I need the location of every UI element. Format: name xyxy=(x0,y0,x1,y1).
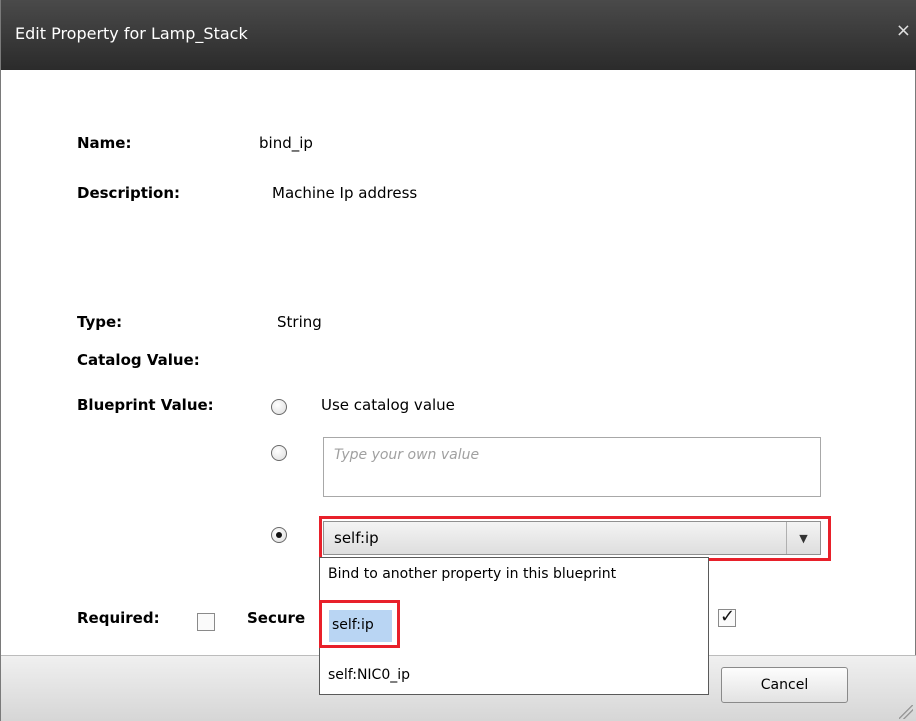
required-checkbox[interactable] xyxy=(197,613,215,631)
use-catalog-label: Use catalog value xyxy=(321,396,455,414)
name-value: bind_ip xyxy=(259,134,313,152)
description-value: Machine Ip address xyxy=(272,184,418,202)
overridable-checkbox[interactable] xyxy=(718,606,736,627)
bind-property-radio[interactable] xyxy=(271,527,287,543)
blueprint-value-label: Blueprint Value: xyxy=(77,396,214,414)
type-value: String xyxy=(277,313,322,331)
custom-value-input[interactable] xyxy=(332,446,806,464)
dropdown-header: Bind to another property in this bluepri… xyxy=(328,566,617,582)
use-catalog-radio[interactable] xyxy=(271,399,287,415)
bind-property-select[interactable]: self:ip ▼ xyxy=(323,521,821,555)
option-highlight-frame xyxy=(319,600,400,648)
custom-value-field[interactable] xyxy=(323,437,821,497)
resize-grip[interactable] xyxy=(899,705,913,719)
dropdown-option-self-nic0-ip[interactable]: self:NIC0_ip xyxy=(328,667,410,683)
type-label: Type: xyxy=(77,313,123,331)
catalog-value-label: Catalog Value: xyxy=(77,351,200,369)
required-label: Required: xyxy=(77,609,160,627)
edit-property-dialog: Edit Property for Lamp_Stack × Name: bin… xyxy=(0,0,916,721)
dialog-title: Edit Property for Lamp_Stack xyxy=(15,24,248,43)
secure-label: Secure xyxy=(247,609,306,627)
name-label: Name: xyxy=(77,134,132,152)
dialog-titlebar[interactable]: Edit Property for Lamp_Stack × xyxy=(1,0,916,70)
chevron-down-icon[interactable]: ▼ xyxy=(786,522,820,554)
cancel-button[interactable]: Cancel xyxy=(721,667,848,703)
close-icon[interactable]: × xyxy=(896,20,911,41)
bind-property-selected: self:ip xyxy=(334,529,379,547)
description-label: Description: xyxy=(77,184,181,202)
custom-value-radio[interactable] xyxy=(271,445,287,461)
